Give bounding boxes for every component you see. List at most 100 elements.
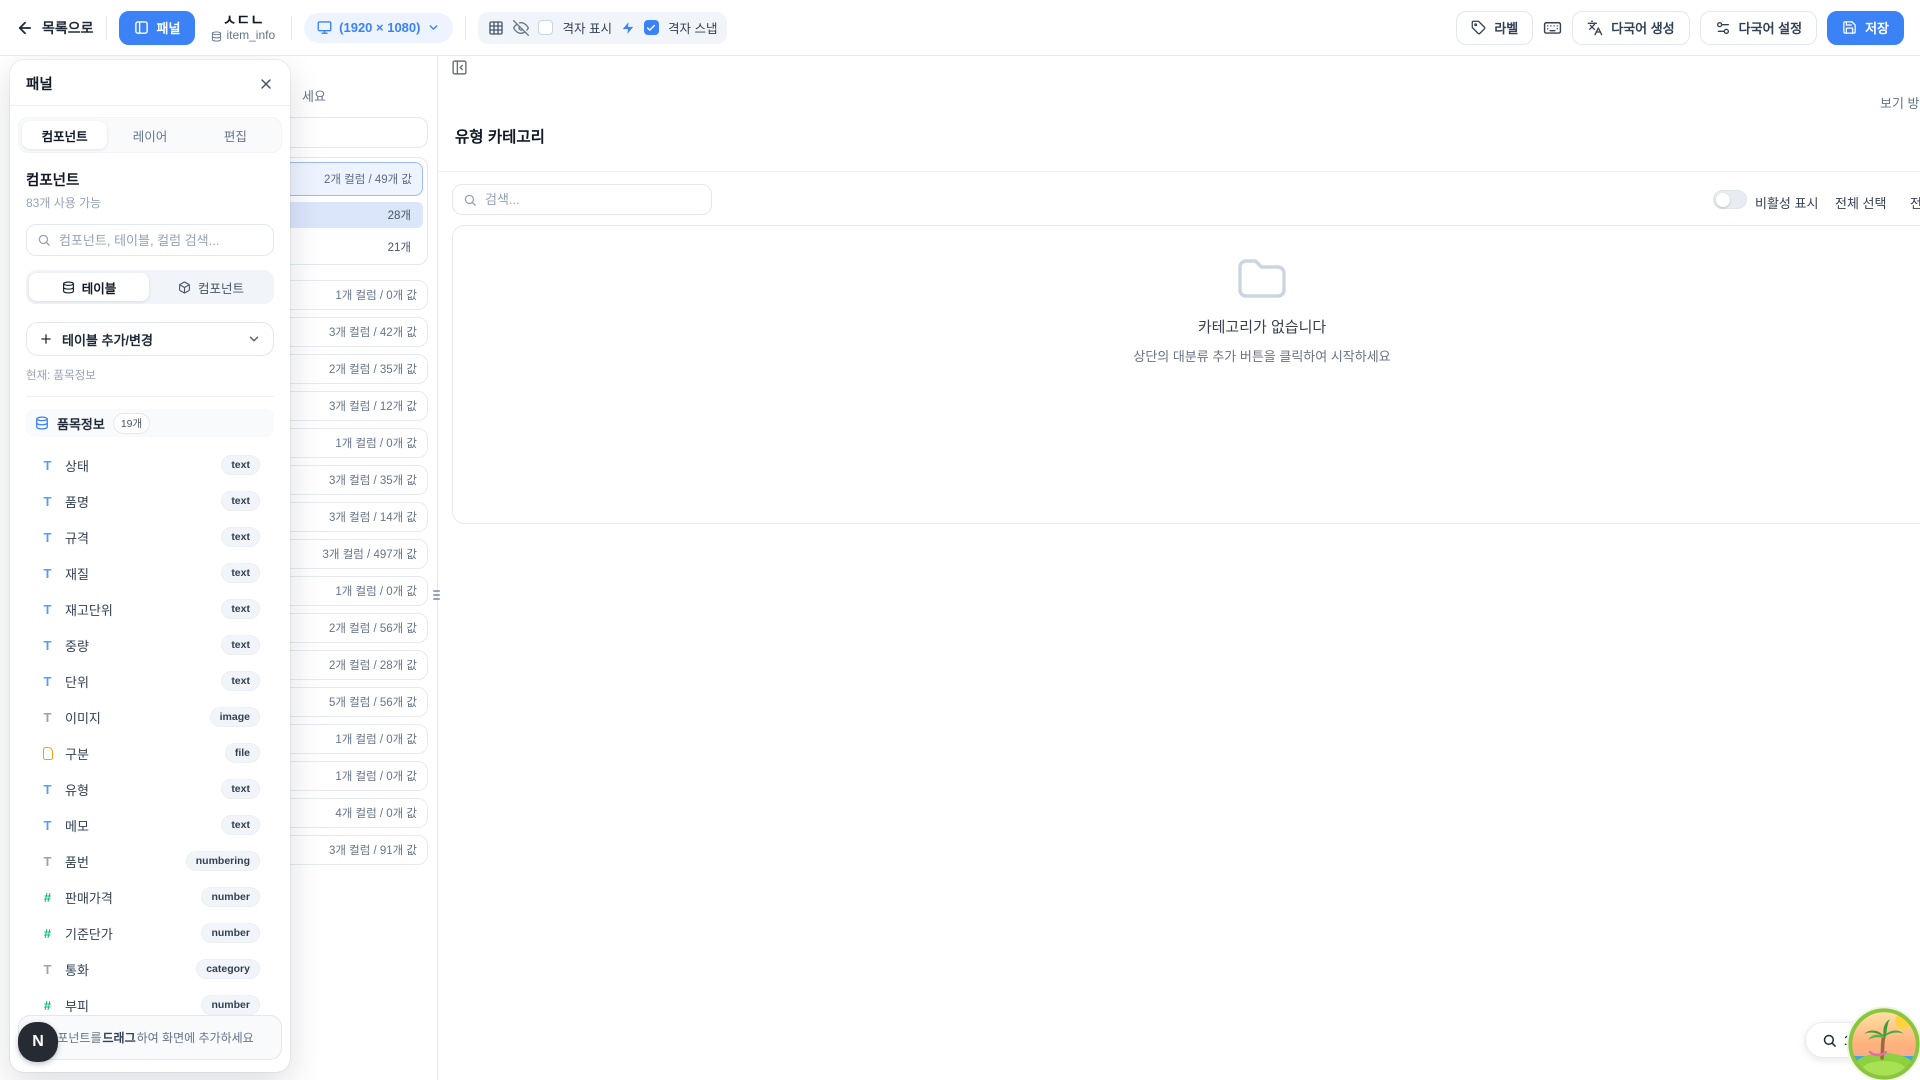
label-button[interactable]: 라벨 (1456, 11, 1533, 45)
field-type-badge: text (221, 635, 260, 655)
field-row[interactable]: T 재질 text (26, 558, 274, 588)
field-type-badge: text (221, 527, 260, 547)
panel-button-label: 패널 (157, 18, 181, 37)
keyboard-shortcuts-button[interactable] (1543, 18, 1562, 37)
monitor-icon (317, 20, 332, 35)
empty-state: 카테고리가 없습니다 상단의 대분류 추가 버튼을 클릭하여 시작하세요 (453, 226, 1920, 523)
field-row[interactable]: T 재고단위 text (26, 594, 274, 624)
available-count: 83개 사용 가능 (26, 194, 274, 211)
tag-icon (1471, 20, 1486, 35)
field-type-badge: number (201, 887, 260, 907)
field-label: 부피 (65, 996, 89, 1015)
field-row[interactable]: T 상태 text (26, 450, 274, 480)
field-row[interactable]: T 품번 numbering (26, 846, 274, 876)
resolution-label: (1920 × 1080) (339, 20, 420, 35)
field-type-icon: T (40, 674, 55, 689)
field-row[interactable]: T 메모 text (26, 810, 274, 840)
drag-hint-bold: 드래그 (103, 1029, 136, 1046)
save-icon (1842, 20, 1857, 35)
field-type-badge: number (201, 923, 260, 943)
field-label: 통화 (65, 960, 89, 979)
panel-toggle-button[interactable]: 패널 (119, 11, 196, 45)
field-type-icon: T (40, 782, 55, 797)
grid-snap-checkbox[interactable] (644, 20, 659, 35)
tab-layers[interactable]: 레이어 (107, 121, 192, 149)
field-label: 메모 (65, 816, 89, 835)
drag-hint-suffix: 하여 화면에 추가하세요 (137, 1029, 254, 1046)
category-empty-card: 카테고리가 없습니다 상단의 대분류 추가 버튼을 클릭하여 시작하세요 (452, 225, 1920, 524)
field-type-badge: text (221, 455, 260, 475)
field-type-badge: text (221, 815, 260, 835)
field-type-badge: text (221, 563, 260, 583)
field-row[interactable]: T 이미지 image (26, 702, 274, 732)
lightning-icon (621, 21, 635, 35)
sidebar-resize-handle[interactable] (433, 586, 443, 604)
mode-component-button[interactable]: 컴포넌트 (151, 273, 271, 301)
collaborator-cursor-badge: N (18, 1022, 58, 1062)
back-to-list-button[interactable]: 목록으로 (16, 18, 94, 38)
table-name-label: item_info (226, 29, 275, 43)
add-table-button[interactable]: 테이블 추가/변경 (26, 322, 274, 356)
field-label: 품명 (65, 492, 89, 511)
tab-edit[interactable]: 편집 (193, 121, 278, 149)
field-type-icon: # (40, 890, 55, 905)
search-icon (463, 193, 477, 207)
category-search[interactable] (452, 184, 712, 215)
field-row[interactable]: T 중량 text (26, 630, 274, 660)
view-mode-label: 보기 방식 (1880, 93, 1920, 112)
component-search[interactable] (26, 224, 274, 256)
field-label: 상태 (65, 456, 89, 475)
field-type-badge: file (225, 743, 260, 763)
field-type-icon: T (40, 494, 55, 509)
sliders-icon (1715, 20, 1731, 36)
panel-tabs: 컴포넌트 레이어 편집 (18, 117, 282, 153)
field-row[interactable]: T 유형 text (26, 774, 274, 804)
field-type-badge: text (221, 491, 260, 511)
section-title: 컴포넌트 (26, 169, 274, 190)
grid-snap-label: 격자 스냅 (668, 18, 717, 37)
close-icon[interactable] (258, 76, 274, 92)
field-row[interactable]: T 통화 category (26, 954, 274, 984)
mode-table-button[interactable]: 테이블 (29, 273, 149, 301)
sidebar-clipped-text: 세요 (302, 86, 326, 105)
grid-show-checkbox[interactable] (538, 20, 553, 35)
field-label: 기준단가 (65, 924, 113, 943)
chevron-down-icon (427, 21, 440, 34)
field-type-icon: T (40, 638, 55, 653)
page-title-block: ㅅㄷㄴ item_info (211, 12, 275, 43)
resolution-dropdown[interactable]: (1920 × 1080) (304, 13, 453, 43)
i18n-settings-button[interactable]: 다국어 설정 (1700, 11, 1817, 45)
field-row[interactable]: T 품명 text (26, 486, 274, 516)
divider (10, 105, 290, 106)
plus-icon (39, 332, 53, 346)
field-type-icon (40, 747, 55, 760)
field-type-icon: # (40, 926, 55, 941)
field-label: 재질 (65, 564, 89, 583)
field-type-badge: number (201, 995, 260, 1015)
field-row[interactable]: # 판매가격 number (26, 882, 274, 912)
component-search-input[interactable] (59, 233, 263, 248)
save-button[interactable]: 저장 (1827, 11, 1904, 45)
field-row[interactable]: T 단위 text (26, 666, 274, 696)
inactive-toggle[interactable] (1713, 190, 1747, 209)
i18n-generate-button[interactable]: 다국어 생성 (1572, 11, 1689, 45)
select-all-button[interactable]: 전체 선택 (1835, 193, 1886, 212)
field-label: 규격 (65, 528, 89, 547)
field-row[interactable]: # 기준단가 number (26, 918, 274, 948)
i18n-generate-text: 다국어 생성 (1611, 18, 1674, 37)
field-label: 판매가격 (65, 888, 113, 907)
empty-title: 카테고리가 없습니다 (1198, 316, 1326, 337)
divider (465, 16, 466, 40)
eye-off-icon[interactable] (513, 20, 529, 36)
field-row[interactable]: T 규격 text (26, 522, 274, 552)
clipped-action-button[interactable]: 전 (1910, 193, 1920, 212)
back-label: 목록으로 (42, 18, 94, 38)
field-type-badge: text (221, 599, 260, 619)
tab-components[interactable]: 컴포넌트 (22, 121, 107, 149)
table-section-name: 품목정보 (57, 414, 105, 433)
field-row[interactable]: 구분 file (26, 738, 274, 768)
category-search-input[interactable] (485, 192, 701, 207)
field-type-badge: image (210, 707, 260, 727)
table-section-header[interactable]: 품목정보 19개 (26, 409, 274, 437)
panel-left-close-icon[interactable] (451, 59, 468, 76)
